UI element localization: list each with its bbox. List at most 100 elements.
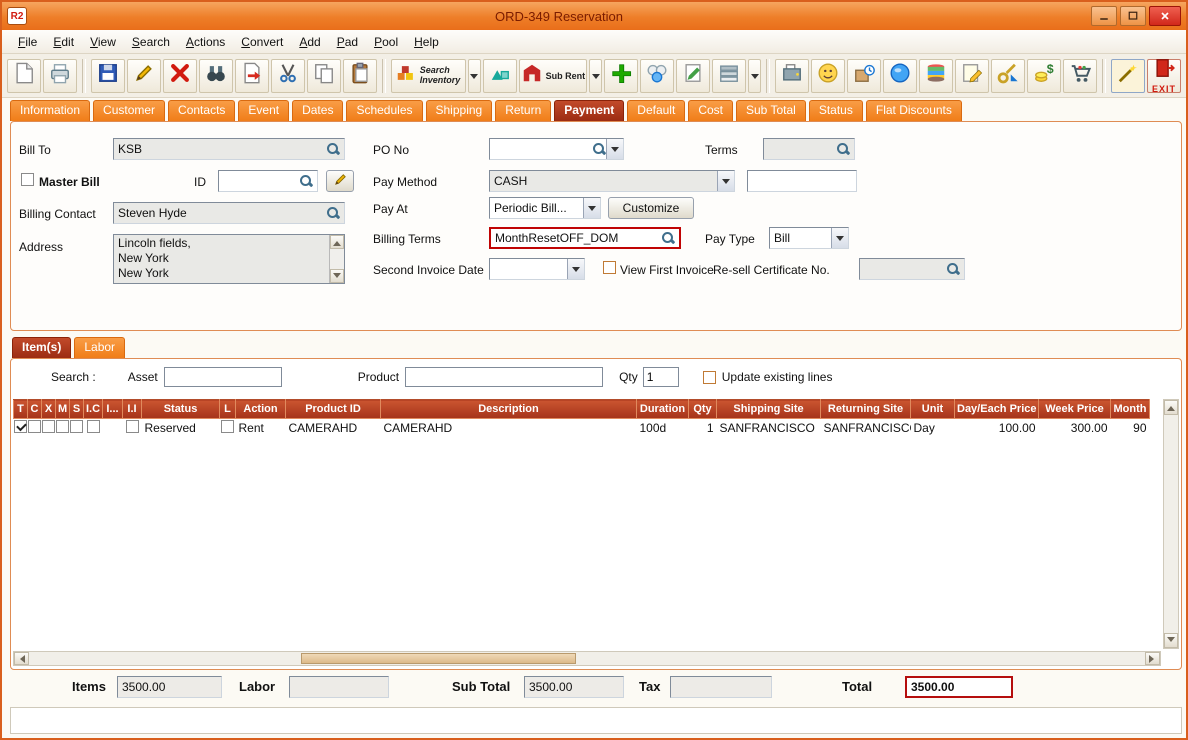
search-inventory-dropdown[interactable] bbox=[467, 58, 481, 93]
tab-status[interactable]: Status bbox=[808, 100, 863, 121]
pool-button[interactable] bbox=[640, 58, 675, 93]
column-header[interactable]: T bbox=[13, 399, 28, 419]
tab-payment[interactable]: Payment bbox=[554, 100, 625, 121]
cell-m[interactable] bbox=[55, 418, 70, 438]
address-field[interactable]: Lincoln fields, New York New York bbox=[113, 234, 345, 284]
stack-button[interactable] bbox=[712, 58, 747, 93]
column-header[interactable]: Duration bbox=[636, 399, 689, 419]
tab-contacts[interactable]: Contacts bbox=[168, 100, 236, 121]
update-existing-checkbox[interactable] bbox=[702, 370, 716, 384]
cell-day-each-price[interactable]: 100.00 bbox=[954, 418, 1039, 438]
cell-product-id[interactable]: CAMERAHD bbox=[285, 418, 381, 438]
second-invoice-date-combo[interactable] bbox=[489, 258, 585, 280]
stack-dropdown[interactable] bbox=[748, 58, 762, 93]
cell-duration[interactable]: 100d bbox=[636, 418, 689, 438]
order-notes-button[interactable] bbox=[955, 58, 990, 93]
edit-button[interactable] bbox=[126, 58, 161, 93]
column-header[interactable]: S bbox=[69, 399, 84, 419]
pay-at-combo[interactable]: Periodic Bill... bbox=[489, 197, 601, 219]
column-header[interactable]: Status bbox=[141, 399, 220, 419]
column-header[interactable]: C bbox=[27, 399, 42, 419]
search-icon[interactable] bbox=[299, 174, 313, 188]
menu-item-actions[interactable]: Actions bbox=[178, 33, 233, 51]
column-header[interactable]: M bbox=[55, 399, 70, 419]
horizontal-scrollbar[interactable] bbox=[13, 651, 1161, 666]
customer-smiley-button[interactable] bbox=[811, 58, 846, 93]
sub-rent-button[interactable]: Sub Rent bbox=[518, 58, 588, 93]
tab-items[interactable]: Item(s) bbox=[12, 337, 72, 358]
column-header[interactable]: Shipping Site bbox=[716, 399, 821, 419]
fax-button[interactable] bbox=[775, 58, 810, 93]
globe-disc-button[interactable] bbox=[883, 58, 918, 93]
cell-qty[interactable]: 1 bbox=[688, 418, 717, 438]
search-icon[interactable] bbox=[326, 142, 340, 156]
cell-l[interactable] bbox=[219, 418, 236, 438]
cell-action[interactable]: Rent bbox=[235, 418, 286, 438]
menu-item-pad[interactable]: Pad bbox=[329, 33, 366, 51]
cell-ic[interactable] bbox=[83, 418, 103, 438]
tab-dates[interactable]: Dates bbox=[292, 100, 344, 121]
row-checkbox[interactable] bbox=[14, 420, 27, 434]
qty-input[interactable] bbox=[642, 367, 679, 387]
notes-button[interactable] bbox=[676, 58, 711, 93]
search-inventory-button[interactable]: Search Inventory bbox=[390, 58, 466, 93]
product-input[interactable] bbox=[405, 367, 604, 387]
asset-input[interactable] bbox=[163, 367, 282, 387]
tab-shipping[interactable]: Shipping bbox=[425, 100, 493, 121]
cut-button[interactable] bbox=[270, 58, 305, 93]
menu-item-convert[interactable]: Convert bbox=[233, 33, 291, 51]
find-button[interactable] bbox=[198, 58, 233, 93]
new-button[interactable] bbox=[7, 58, 41, 93]
id-field[interactable] bbox=[218, 170, 318, 192]
vertical-scrollbar[interactable] bbox=[1163, 399, 1179, 649]
search-icon[interactable] bbox=[836, 142, 850, 156]
scrollbar-thumb[interactable] bbox=[300, 653, 576, 664]
row-checkbox[interactable] bbox=[56, 420, 69, 434]
row-checkbox[interactable] bbox=[86, 420, 100, 434]
tab-information[interactable]: Information bbox=[10, 100, 91, 121]
cell-description[interactable]: CAMERAHD bbox=[380, 418, 637, 438]
menu-item-help[interactable]: Help bbox=[406, 33, 447, 51]
cell-c[interactable] bbox=[27, 418, 42, 438]
shapes-button[interactable] bbox=[482, 58, 517, 93]
view-first-invoice-checkbox[interactable] bbox=[603, 261, 616, 274]
pay-at-dropdown[interactable] bbox=[583, 198, 600, 218]
row-checkbox[interactable] bbox=[221, 420, 234, 434]
cell-status[interactable]: Reserved bbox=[141, 418, 220, 438]
billing-terms-field[interactable]: MonthResetOFF_DOM bbox=[489, 227, 681, 249]
menu-item-add[interactable]: Add bbox=[291, 33, 328, 51]
cell-week-price[interactable]: 300.00 bbox=[1038, 418, 1111, 438]
database-button[interactable] bbox=[919, 58, 954, 93]
copy-button[interactable] bbox=[306, 58, 341, 93]
row-checkbox[interactable] bbox=[28, 420, 41, 434]
menu-item-view[interactable]: View bbox=[82, 33, 124, 51]
column-header[interactable]: I... bbox=[102, 399, 123, 419]
cell-s[interactable] bbox=[69, 418, 84, 438]
table-row[interactable]: Reserved Rent CAMERAHD CAMERAHD 100d 1 S… bbox=[13, 418, 1150, 438]
billing-contact-field[interactable]: Steven Hyde bbox=[113, 202, 345, 224]
pay-method-dropdown[interactable] bbox=[717, 171, 734, 191]
pay-type-dropdown[interactable] bbox=[831, 228, 848, 248]
menu-item-file[interactable]: File bbox=[10, 33, 45, 51]
column-header[interactable]: Description bbox=[380, 399, 637, 419]
resell-certificate-field[interactable] bbox=[859, 258, 965, 280]
edit-id-button[interactable] bbox=[326, 170, 354, 192]
add-button[interactable] bbox=[604, 58, 639, 93]
column-header[interactable]: Week Price bbox=[1038, 399, 1111, 419]
menu-item-search[interactable]: Search bbox=[124, 33, 178, 51]
terms-field[interactable] bbox=[763, 138, 855, 160]
tab-schedules[interactable]: Schedules bbox=[346, 100, 423, 121]
cell-t[interactable] bbox=[13, 418, 28, 438]
tab-return[interactable]: Return bbox=[495, 100, 552, 121]
column-header[interactable]: Returning Site bbox=[820, 399, 911, 419]
save-button[interactable] bbox=[90, 58, 125, 93]
column-header[interactable]: Qty bbox=[688, 399, 717, 419]
scroll-down-icon[interactable] bbox=[1164, 633, 1178, 648]
cell-unit[interactable]: Day bbox=[910, 418, 955, 438]
column-header[interactable]: I.I bbox=[122, 399, 142, 419]
search-icon[interactable] bbox=[326, 206, 340, 220]
column-header[interactable]: Month bbox=[1110, 399, 1150, 419]
convert-document-button[interactable] bbox=[234, 58, 269, 93]
tab-cost[interactable]: Cost bbox=[688, 100, 733, 121]
column-header[interactable]: L bbox=[219, 399, 236, 419]
